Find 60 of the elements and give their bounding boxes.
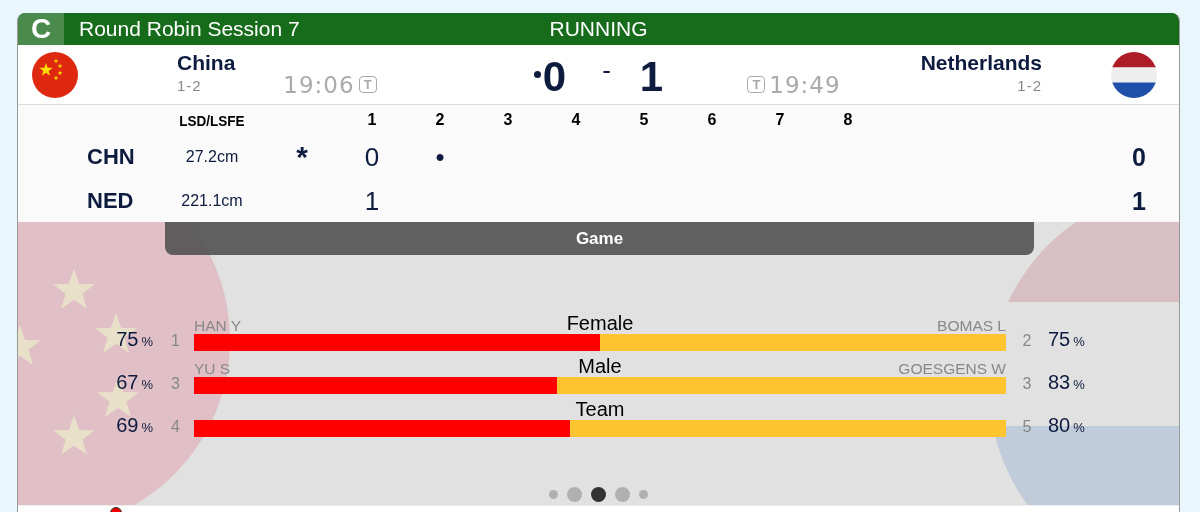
team-name: Netherlands: [920, 51, 1042, 75]
percentage: 83%: [1048, 371, 1085, 393]
flag-icon: [1111, 51, 1157, 98]
player-name: BOMAS L: [937, 317, 1006, 334]
team-code: CHN: [87, 144, 135, 169]
player-seed: 3: [171, 375, 180, 392]
category-label: Male: [578, 355, 622, 378]
column-header: 4: [571, 111, 581, 128]
percentage: 75%: [116, 328, 153, 350]
end-score: 0: [364, 141, 380, 172]
page-dot[interactable]: [549, 490, 558, 499]
team-name: China: [177, 51, 236, 75]
lsd-distance: 221.1cm: [181, 192, 243, 209]
percentage: 67%: [116, 371, 153, 393]
player-name: GOESGENS W: [898, 360, 1006, 377]
team-score: 1: [639, 52, 664, 101]
lsd-distance: 27.2cm: [185, 148, 239, 165]
player-seed: 2: [1022, 332, 1032, 349]
column-header: 1: [367, 111, 377, 128]
page-dot[interactable]: [615, 487, 630, 502]
player-seed: 5: [1022, 418, 1032, 435]
time-remaining: 19:49: [769, 71, 841, 98]
team-code: NED: [87, 188, 134, 213]
column-header: 3: [503, 111, 513, 128]
player-name: YU S: [194, 360, 231, 377]
column-header: 6: [707, 111, 717, 128]
total-score: 0: [1132, 142, 1146, 171]
total-score: 1: [1132, 186, 1146, 215]
category-badge: C: [18, 13, 64, 45]
player-seed: 1: [171, 332, 180, 349]
page-dot[interactable]: [567, 487, 582, 502]
section-title: Game: [575, 228, 624, 249]
session-title: Round Robin Session 7: [79, 17, 300, 41]
page-dot[interactable]: [639, 490, 648, 499]
player-seed: 3: [1022, 375, 1032, 392]
score-separator: -: [602, 55, 611, 86]
end-score: •: [435, 141, 445, 172]
hammer-marker: *: [296, 140, 308, 173]
column-header: 5: [639, 111, 649, 128]
timeout-badge: T: [747, 76, 766, 93]
game-status: RUNNING: [549, 17, 648, 41]
category-label: Female: [566, 312, 634, 335]
percentage: 75%: [1048, 328, 1085, 350]
player-name: HAN Y: [194, 317, 242, 334]
column-header: 2: [435, 111, 445, 128]
category-label: Team: [575, 398, 625, 421]
end-score: 1: [364, 185, 380, 216]
team-record: 1-2: [1017, 77, 1042, 94]
column-header: 8: [843, 111, 853, 128]
time-remaining: 19:06: [283, 71, 355, 98]
percentage: 80%: [1048, 414, 1085, 436]
timeout-badge: T: [358, 76, 377, 93]
page-dot[interactable]: [591, 487, 606, 502]
team-score: 0: [542, 52, 567, 101]
column-header: 7: [775, 111, 785, 128]
column-header: LSD/LSFE: [179, 111, 245, 129]
player-seed: 4: [171, 418, 180, 435]
team-record: 1-2: [177, 77, 203, 94]
flag-icon: [32, 51, 78, 98]
percentage: 69%: [116, 414, 153, 436]
